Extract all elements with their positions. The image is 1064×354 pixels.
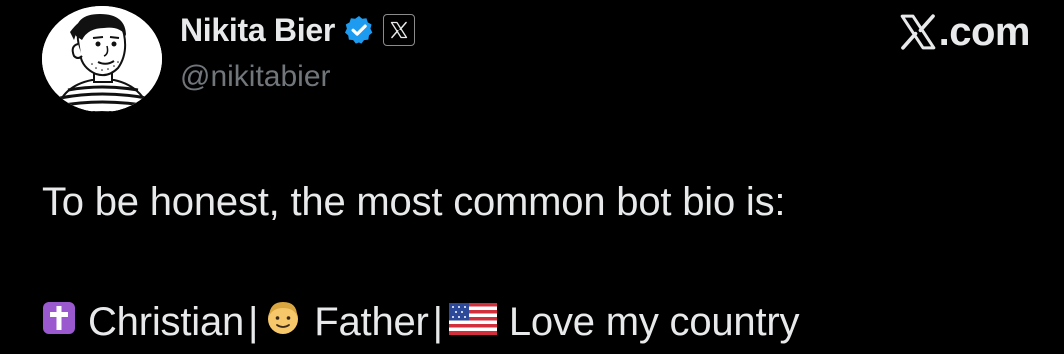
avatar[interactable] — [42, 6, 162, 112]
us-flag-emoji-icon — [448, 300, 497, 345]
brand-logo: .com — [898, 9, 1031, 54]
x-logo-icon — [898, 12, 938, 52]
bio-separator: | — [248, 299, 259, 344]
author-handle[interactable]: @nikitabier — [180, 60, 331, 94]
author-name-row: Nikita Bier — [180, 10, 415, 50]
latin-cross-emoji-icon — [42, 300, 76, 345]
brand-domain-text: .com — [938, 9, 1031, 54]
x-logo-icon[interactable] — [382, 14, 415, 46]
man-face-emoji-icon — [264, 298, 302, 346]
bio-christian-text: Christian — [88, 299, 245, 344]
tweet-text: To be honest, the most common bot bio is… — [42, 180, 786, 224]
bio-father-text: Father — [314, 299, 429, 344]
verified-badge-icon[interactable] — [343, 14, 375, 46]
bio-separator: | — [432, 299, 443, 344]
tweet-bio-line: Christian | Father | Love my country — [42, 296, 800, 348]
bio-love-my-country-text: Love my country — [508, 299, 800, 344]
author-display-name[interactable]: Nikita Bier — [180, 12, 335, 49]
